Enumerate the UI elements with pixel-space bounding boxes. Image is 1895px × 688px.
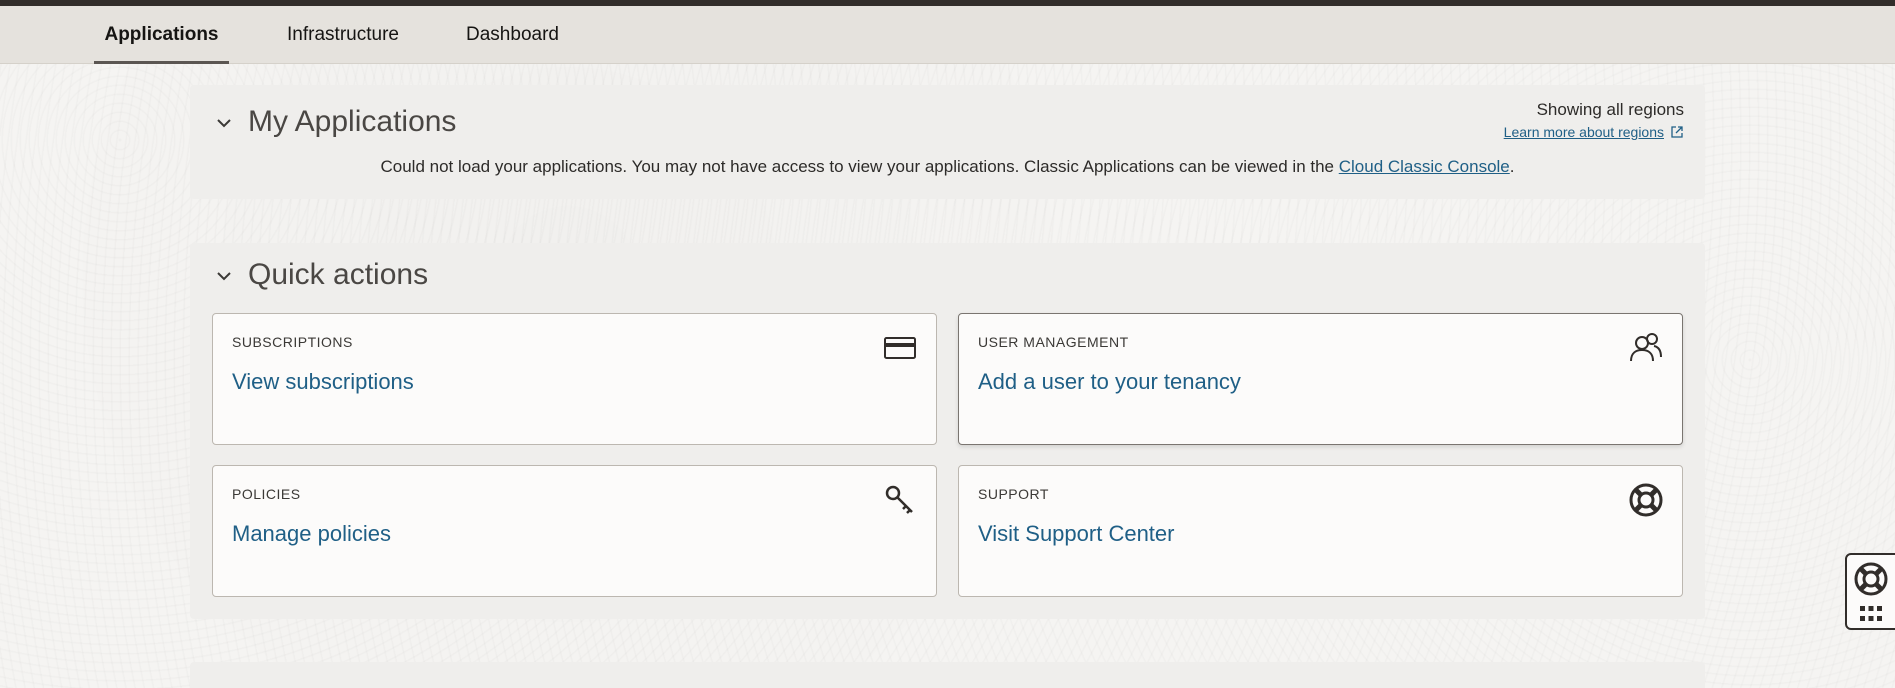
manage-policies-link[interactable]: Manage policies	[232, 521, 391, 547]
card-category: USER MANAGEMENT	[978, 334, 1129, 350]
key-icon	[885, 485, 913, 514]
applications-message: Could not load your applications. You ma…	[190, 157, 1705, 177]
help-widget[interactable]	[1845, 553, 1895, 630]
users-icon	[1630, 333, 1662, 362]
policies-card[interactable]: POLICIES Manage policies	[212, 465, 937, 597]
add-user-link[interactable]: Add a user to your tenancy	[978, 369, 1241, 395]
tab-infrastructure[interactable]: Infrastructure	[273, 6, 413, 64]
next-panel	[190, 662, 1705, 688]
user-management-card[interactable]: USER MANAGEMENT Add a user to your tenan…	[958, 313, 1683, 445]
quick-actions-panel: Quick actions SUBSCRIPTIONS View subscri…	[190, 243, 1705, 619]
region-info: Showing all regions Learn more about reg…	[1504, 100, 1684, 142]
card-category: SUPPORT	[978, 486, 1049, 502]
quick-actions-title: Quick actions	[248, 258, 429, 291]
card-category: POLICIES	[232, 486, 301, 502]
tab-dashboard[interactable]: Dashboard	[455, 6, 570, 64]
chevron-down-icon[interactable]	[214, 266, 234, 286]
support-card[interactable]: SUPPORT Visit Support Center	[958, 465, 1683, 597]
cloud-classic-console-link[interactable]: Cloud Classic Console	[1339, 157, 1510, 176]
visit-support-center-link[interactable]: Visit Support Center	[978, 521, 1174, 547]
my-applications-title: My Applications	[248, 105, 457, 138]
my-applications-panel: My Applications Showing all regions Lear…	[190, 85, 1705, 199]
credit-card-icon	[884, 337, 916, 359]
learn-more-regions-link[interactable]: Learn more about regions	[1504, 124, 1684, 140]
card-category: SUBSCRIPTIONS	[232, 334, 353, 350]
showing-regions-text: Showing all regions	[1536, 100, 1684, 119]
chevron-down-icon[interactable]	[214, 113, 234, 133]
lifebuoy-icon[interactable]	[1853, 561, 1889, 597]
lifebuoy-icon	[1629, 483, 1663, 517]
tab-applications[interactable]: Applications	[94, 6, 229, 64]
applications-message-text: Could not load your applications. You ma…	[380, 157, 1339, 176]
tab-bar: Applications Infrastructure Dashboard	[0, 6, 1895, 64]
applications-message-end: .	[1509, 157, 1515, 176]
subscriptions-card[interactable]: SUBSCRIPTIONS View subscriptions	[212, 313, 937, 445]
view-subscriptions-link[interactable]: View subscriptions	[232, 369, 414, 395]
external-link-icon	[1671, 126, 1683, 138]
grid-icon[interactable]	[1859, 605, 1883, 623]
learn-more-label: Learn more about regions	[1503, 124, 1664, 140]
